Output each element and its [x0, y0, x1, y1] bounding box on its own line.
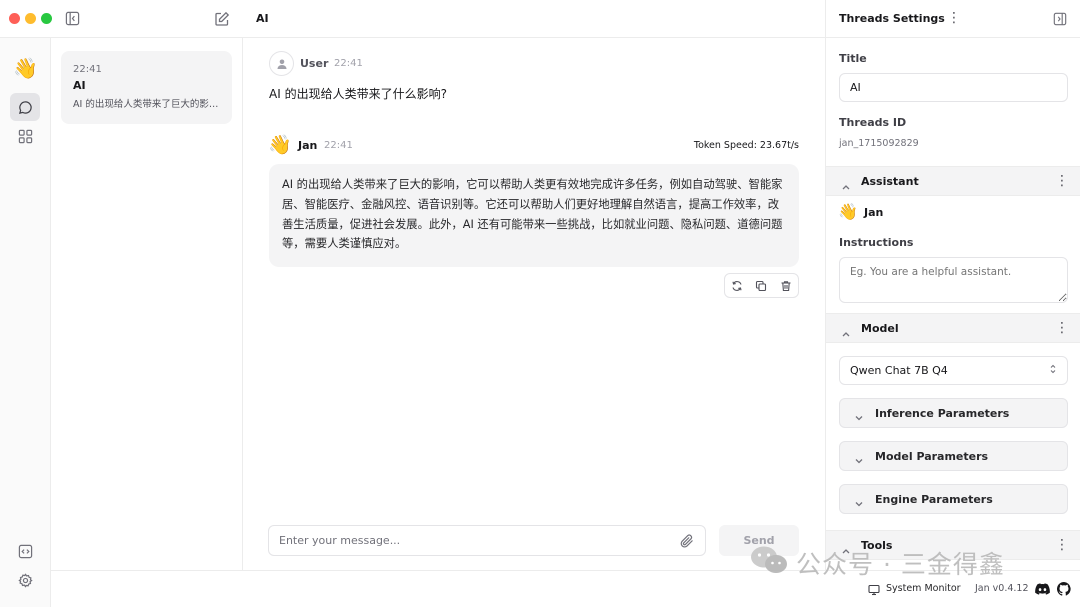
assistant-name: Jan: [298, 139, 318, 152]
chevron-down-icon: [854, 494, 864, 513]
attach-paperclip-icon[interactable]: [679, 533, 695, 549]
model-select-value: Qwen Chat 7B Q4: [850, 364, 948, 377]
assistant-section-title: Assistant: [861, 175, 919, 188]
github-icon[interactable]: [1056, 581, 1072, 597]
engine-parameters-accordion[interactable]: Engine Parameters: [839, 484, 1068, 514]
local-api-server-icon[interactable]: [17, 543, 33, 559]
minimize-window-button[interactable]: [25, 13, 36, 24]
model-section-title: Model: [861, 322, 899, 335]
model-parameters-accordion[interactable]: Model Parameters: [839, 441, 1068, 471]
assistant-more-icon[interactable]: ⋮: [1055, 173, 1069, 189]
title-input[interactable]: AI: [839, 73, 1068, 102]
instructions-textarea[interactable]: [839, 257, 1068, 303]
assistant-name-setting: Jan: [864, 206, 884, 219]
user-name: User: [300, 57, 329, 70]
app-logo: 👋: [13, 56, 38, 80]
copy-icon[interactable]: [749, 274, 773, 297]
select-updown-icon: [1049, 364, 1057, 377]
inference-parameters-accordion[interactable]: Inference Parameters: [839, 398, 1068, 428]
thread-item-title: AI: [73, 79, 86, 92]
assistant-emoji: 👋: [838, 202, 858, 221]
close-window-button[interactable]: [9, 13, 20, 24]
regenerate-icon[interactable]: [725, 274, 749, 297]
instructions-label: Instructions: [839, 236, 914, 249]
toggle-left-panel-icon[interactable]: [64, 10, 80, 26]
assistant-section-header[interactable]: Assistant ⋮: [826, 166, 1080, 196]
chevron-down-icon: [854, 408, 864, 427]
toggle-right-panel-icon[interactable]: [1052, 11, 1068, 27]
app-version: Jan v0.4.12: [975, 583, 1029, 594]
model-select[interactable]: Qwen Chat 7B Q4: [839, 356, 1068, 385]
thread-title: AI: [256, 12, 269, 25]
thread-id-value: jan_1715092829: [839, 138, 919, 149]
user-message-text: AI 的出现给人类带来了什么影响?: [269, 87, 447, 101]
thread-list: 22:41 AI AI 的出现给人类带来了巨大的影响，它可以帮助人类更有效地完成…: [51, 38, 243, 570]
app-window: AI 👋 22:41 AI AI 的出现给人类带来了巨大的影响，它可以帮助人类更…: [0, 0, 1080, 607]
user-message-time: 22:41: [334, 58, 363, 69]
threads-settings-panel: Threads Settings ⋮ Title AI Threads ID j…: [825, 0, 1080, 570]
discord-icon[interactable]: [1034, 581, 1050, 597]
watermark-text: 公众号 · 三金得鑫: [796, 550, 1005, 579]
maximize-window-button[interactable]: [41, 13, 52, 24]
left-nav-rail: 👋: [0, 38, 51, 607]
chat-nav-icon[interactable]: [10, 93, 40, 121]
assistant-message-time: 22:41: [324, 140, 353, 151]
message-actions: [724, 273, 799, 298]
assistant-message-bubble: AI 的出现给人类带来了巨大的影响，它可以帮助人类更有效地完成许多任务，例如自动…: [269, 164, 799, 267]
token-speed: Token Speed: 23.67t/s: [693, 140, 799, 151]
chevron-up-icon: [841, 324, 851, 343]
settings-title: Threads Settings: [839, 12, 945, 25]
watermark: 公众号 · 三金得鑫: [750, 545, 1005, 581]
message-input[interactable]: [279, 534, 659, 547]
wechat-logo-icon: [750, 545, 788, 581]
model-parameters-label: Model Parameters: [875, 450, 989, 463]
system-monitor-button[interactable]: System Monitor: [886, 583, 961, 594]
assistant-avatar: 👋: [268, 134, 292, 156]
message-input-container: [268, 525, 706, 556]
tools-more-icon[interactable]: ⋮: [1055, 537, 1069, 553]
user-avatar-icon: [269, 51, 294, 76]
inference-parameters-label: Inference Parameters: [875, 407, 1010, 420]
hub-grid-icon[interactable]: [17, 128, 33, 144]
model-section-header[interactable]: Model ⋮: [826, 313, 1080, 343]
model-more-icon[interactable]: ⋮: [1055, 320, 1069, 336]
new-thread-icon[interactable]: [213, 10, 230, 27]
thread-list-item[interactable]: 22:41 AI AI 的出现给人类带来了巨大的影响，它可以帮助人类更有效地完成…: [61, 51, 232, 124]
chevron-down-icon: [854, 451, 864, 470]
engine-parameters-label: Engine Parameters: [875, 493, 993, 506]
delete-icon[interactable]: [774, 274, 798, 297]
chevron-up-icon: [841, 177, 851, 196]
monitor-icon: [867, 583, 880, 596]
title-label: Title: [839, 52, 867, 65]
thread-item-time: 22:41: [73, 64, 102, 75]
thread-item-snippet: AI 的出现给人类带来了巨大的影响，它可以帮助人类更有效地完成许多任务: [73, 99, 220, 110]
settings-gear-icon[interactable]: [17, 572, 33, 588]
thread-id-label: Threads ID: [839, 116, 907, 129]
settings-more-icon[interactable]: ⋮: [947, 10, 961, 26]
